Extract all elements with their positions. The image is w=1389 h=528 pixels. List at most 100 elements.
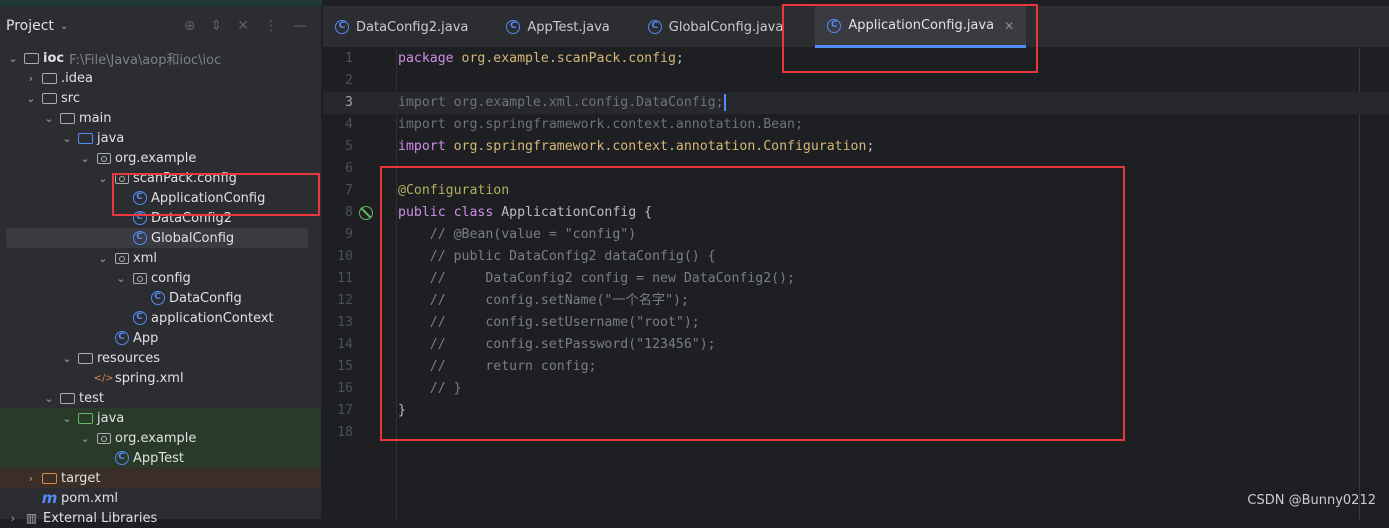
code-token: public class — [398, 205, 502, 220]
text-caret — [723, 93, 726, 111]
code-line[interactable]: 9 // @Bean(value = "config") — [323, 224, 1389, 246]
minimize-icon[interactable]: — — [293, 18, 307, 34]
chevron-down-icon[interactable]: ⌄ — [6, 52, 20, 65]
tree-item[interactable]: ⌄ main — [0, 108, 321, 128]
line-number: 4 — [345, 117, 353, 132]
tree-item[interactable]: › .idea — [0, 68, 321, 88]
tree-item[interactable]: ⌄ java — [0, 408, 321, 428]
folder-icon — [60, 112, 75, 125]
code-text: // } — [398, 378, 462, 400]
code-line[interactable]: 18 — [323, 422, 1389, 444]
chevron-right-icon[interactable]: › — [24, 72, 38, 85]
tree-item[interactable]: CapplicationContext — [0, 308, 321, 328]
line-number: 1 — [345, 51, 353, 66]
chevron-down-icon[interactable]: ⌄ — [60, 352, 74, 365]
code-line[interactable]: 3 import org.example.xml.config.DataConfi… — [323, 92, 1389, 114]
tree-item-label: org.example — [115, 150, 197, 166]
tab-globalconfig-java[interactable]: C GlobalConfig.java — [636, 6, 796, 48]
tree-item[interactable]: ⌄ resources — [0, 348, 321, 368]
tree-item[interactable]: C DataConfig2 — [0, 208, 321, 228]
chevron-down-icon[interactable]: ⌄ — [96, 252, 110, 265]
tab-dataconfig2-java[interactable]: C DataConfig2.java — [323, 6, 480, 48]
code-line[interactable]: 4 import org.springframework.context.anno… — [323, 114, 1389, 136]
class-icon: C — [647, 20, 662, 34]
tree-item[interactable]: ⌄ xml — [0, 248, 321, 268]
chevron-right-icon[interactable]: › — [24, 472, 38, 485]
close-icon[interactable]: ✕ — [237, 18, 249, 34]
tab-applicationconfig-java[interactable]: C ApplicationConfig.java ✕ — [815, 6, 1027, 48]
close-tab-icon[interactable]: ✕ — [1004, 19, 1014, 33]
package-icon — [96, 152, 111, 165]
folder-icon — [42, 72, 57, 85]
code-line[interactable]: 13 // config.setUsername("root"); — [323, 312, 1389, 334]
code-text: // config.setUsername("root"); — [398, 312, 700, 334]
folder-shape — [60, 112, 75, 124]
class-icon: C — [132, 211, 147, 225]
code-token: // config.setPassword("123456"); — [398, 337, 716, 352]
tree-item[interactable]: C DataConfig — [0, 288, 321, 308]
code-token: import — [398, 139, 454, 154]
tree-item[interactable]: › target — [0, 468, 321, 488]
spring-bean-gutter-icon[interactable] — [359, 206, 373, 220]
tree-item[interactable]: ⌄ java — [0, 128, 321, 148]
code-line[interactable]: 6 — [323, 158, 1389, 180]
code-token: } — [398, 403, 406, 418]
tree-item-label: test — [79, 390, 104, 406]
chevron-down-icon[interactable]: ⌄ — [60, 412, 74, 425]
code-line[interactable]: 11 // DataConfig2 config = new DataConfi… — [323, 268, 1389, 290]
tree-item[interactable]: ⌄ org.example — [0, 428, 321, 448]
chevron-down-icon[interactable]: ⌄ — [24, 92, 38, 105]
tree-item[interactable]: C ApplicationConfig — [0, 188, 321, 208]
code-line[interactable]: 10 // public DataConfig2 dataConfig() { — [323, 246, 1389, 268]
code-line[interactable]: 17} — [323, 400, 1389, 422]
library-shape: ▥ — [25, 511, 38, 525]
tree-item[interactable]: ⌄ test — [0, 388, 321, 408]
tree-item[interactable]: ⌄ ioc F:\File\Java\aop和ioc\ioc — [0, 48, 321, 68]
tree-item-path: F:\File\Java\aop和ioc\ioc — [69, 52, 222, 68]
chevron-down-icon[interactable]: ⌄ — [60, 132, 74, 145]
chevron-down-icon[interactable]: ⌄ — [42, 112, 56, 125]
package-shape — [96, 432, 111, 444]
chevron-down-icon[interactable]: ⌄ — [96, 172, 110, 185]
chevron-down-icon: ⌄ — [59, 20, 69, 32]
class-icon: C — [114, 331, 129, 345]
chevron-down-icon[interactable]: ⌄ — [114, 272, 128, 285]
code-line[interactable]: 2 — [323, 70, 1389, 92]
code-line[interactable]: 16 // } — [323, 378, 1389, 400]
tree-item[interactable]: </> spring.xml — [0, 368, 321, 388]
tree-item[interactable]: › ▥ External Libraries — [0, 508, 321, 528]
tree-item-label: AppTest — [133, 450, 184, 466]
code-line[interactable]: 12 // config.setName("一个名字"); — [323, 290, 1389, 312]
chevron-right-icon[interactable]: › — [6, 512, 20, 525]
code-text: import org.springframework.context.annot… — [398, 136, 874, 158]
tree-item[interactable]: m pom.xml — [0, 488, 321, 508]
code-line[interactable]: 1 package org.example.scanPack.config; — [323, 48, 1389, 70]
class-shape: C — [132, 311, 147, 325]
tree-item[interactable]: ⌄ config — [0, 268, 321, 288]
tree-item[interactable]: C AppTest — [0, 448, 321, 468]
code-line[interactable]: 15 // return config; — [323, 356, 1389, 378]
line-number: 6 — [345, 161, 353, 176]
locate-icon[interactable]: ⊕ — [184, 18, 196, 34]
code-line[interactable]: 8 public class ApplicationConfig { — [323, 202, 1389, 224]
expand-collapse-icon[interactable]: ⇕ — [211, 18, 223, 34]
line-number: 10 — [337, 249, 353, 264]
tree-item[interactable]: C GlobalConfig — [6, 228, 308, 248]
tree-item[interactable]: ⌄ org.example — [0, 148, 321, 168]
tree-item-label: config — [151, 270, 191, 286]
code-line[interactable]: 14 // config.setPassword("123456"); — [323, 334, 1389, 356]
tree-item[interactable]: C App — [0, 328, 321, 348]
code-text: // public DataConfig2 dataConfig() { — [398, 246, 716, 268]
editor-tabs: C DataConfig2.java C AppTest.java C GlobalCon… — [323, 6, 1389, 48]
code-line[interactable]: 7 @Configuration — [323, 180, 1389, 202]
tab-apptest-java[interactable]: C AppTest.java — [494, 6, 621, 48]
chevron-down-icon[interactable]: ⌄ — [78, 432, 92, 445]
tree-item[interactable]: ⌄ scanPack.config — [0, 168, 321, 188]
code-line[interactable]: 5 import org.springframework.context.anno… — [323, 136, 1389, 158]
code-editor[interactable]: 1 package org.example.scanPack.config; 2 3 i… — [323, 48, 1389, 519]
tree-item[interactable]: ⌄ src — [0, 88, 321, 108]
line-number: 2 — [345, 73, 353, 88]
chevron-down-icon[interactable]: ⌄ — [78, 152, 92, 165]
chevron-down-icon[interactable]: ⌄ — [42, 392, 56, 405]
more-icon[interactable]: ⋮ — [264, 18, 278, 34]
